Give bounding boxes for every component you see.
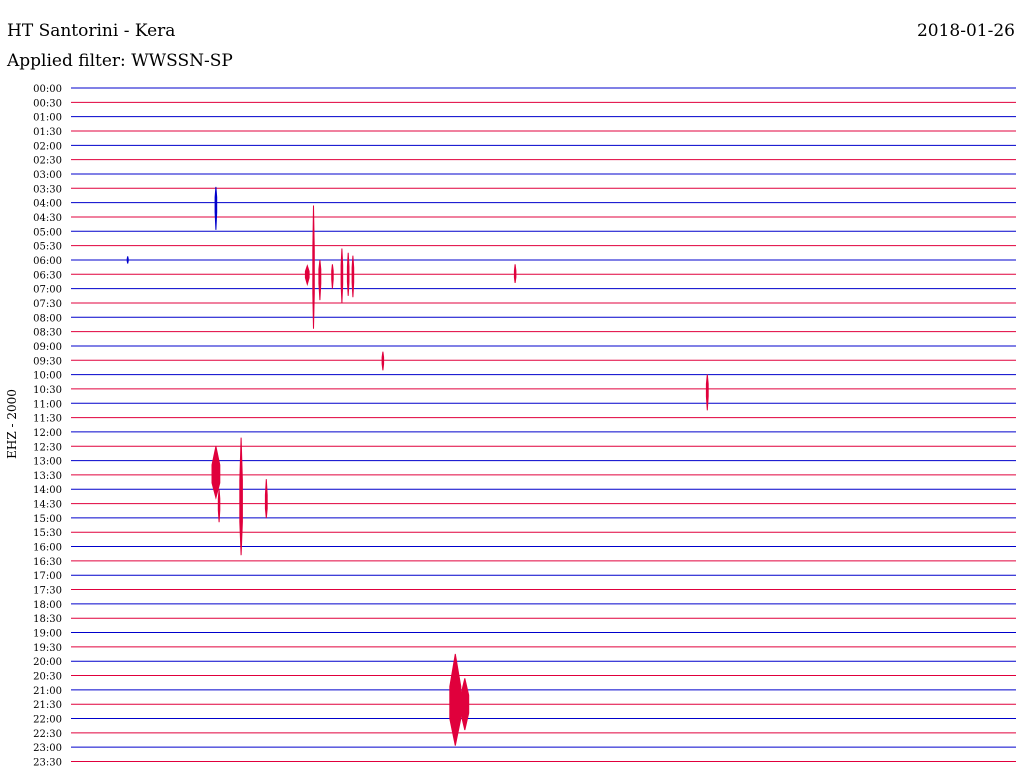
row-time-label: 16:30 [33, 557, 62, 568]
row-time-label: 21:30 [33, 700, 62, 711]
row-time-label: 04:00 [33, 199, 62, 210]
row-time-label: 14:00 [33, 485, 62, 496]
row-time-label: 07:30 [33, 299, 62, 310]
row-time-label: 05:00 [33, 227, 62, 238]
helicorder-rows: 00:00 00:30 01:00 01:30 02:00 02:30 03:00 03:30… [33, 84, 1016, 769]
row-time-label: 00:30 [33, 98, 62, 109]
seismic-event-16 [449, 653, 462, 746]
row-time-label: 12:00 [33, 428, 62, 439]
row-time-label: 00:00 [33, 84, 62, 95]
seismic-event-13 [217, 489, 221, 523]
row-time-label: 20:00 [33, 657, 62, 668]
seismogram-chart: HT Santorini - Kera 2018-01-26 Applied f… [5, 21, 1016, 769]
row-time-label: 08:30 [33, 328, 62, 339]
row-time-label: 06:00 [33, 256, 62, 267]
row-time-label: 18:30 [33, 614, 62, 625]
row-time-label: 17:00 [33, 571, 62, 582]
row-time-label: 23:30 [33, 758, 62, 769]
row-time-label: 06:30 [33, 270, 62, 281]
row-time-label: 13:00 [33, 457, 62, 468]
row-time-label: 04:30 [33, 213, 62, 224]
row-time-label: 09:00 [33, 342, 62, 353]
seismic-event-7 [346, 252, 350, 296]
row-time-label: 10:30 [33, 385, 62, 396]
row-time-label: 01:30 [33, 127, 62, 138]
row-time-label: 01:00 [33, 113, 62, 124]
seismic-event-9 [513, 264, 517, 283]
row-time-label: 11:00 [33, 399, 62, 410]
row-time-label: 03:30 [33, 184, 62, 195]
row-time-label: 22:00 [33, 715, 62, 726]
seismic-event-15 [264, 479, 268, 518]
row-time-label: 21:00 [33, 686, 62, 697]
row-time-label: 03:00 [33, 170, 62, 181]
row-time-label: 19:00 [33, 629, 62, 640]
row-time-label: 15:00 [33, 514, 62, 525]
row-time-label: 19:30 [33, 643, 62, 654]
seismic-event-6 [340, 248, 344, 303]
row-time-label: 11:30 [33, 414, 62, 425]
seismic-events [126, 186, 709, 746]
row-time-label: 05:30 [33, 242, 62, 253]
seismic-event-5 [331, 264, 334, 289]
row-time-label: 13:30 [33, 471, 62, 482]
row-time-label: 22:30 [33, 729, 62, 740]
chart-title: HT Santorini - Kera [7, 21, 175, 41]
seismic-event-11 [705, 374, 709, 411]
row-time-label: 17:30 [33, 586, 62, 597]
row-time-label: 12:30 [33, 442, 62, 453]
row-time-label: 02:30 [33, 156, 62, 167]
row-time-label: 07:00 [33, 285, 62, 296]
seismic-event-1 [126, 256, 129, 264]
row-time-label: 08:00 [33, 313, 62, 324]
seismic-event-2 [304, 264, 310, 287]
filter-label: Applied filter: WWSSN-SP [6, 51, 233, 71]
y-axis-label: EHZ - 2000 [5, 389, 19, 459]
row-time-label: 15:30 [33, 528, 62, 539]
chart-date: 2018-01-26 [917, 21, 1015, 41]
row-time-label: 20:30 [33, 672, 62, 683]
row-time-label: 02:00 [33, 141, 62, 152]
seismic-event-0 [214, 186, 218, 230]
row-time-label: 10:00 [33, 371, 62, 382]
seismic-event-17 [460, 678, 470, 731]
seismic-event-3 [312, 205, 315, 329]
row-time-label: 14:30 [33, 500, 62, 511]
row-time-label: 23:00 [33, 743, 62, 754]
row-time-label: 09:30 [33, 356, 62, 367]
seismic-event-10 [381, 351, 385, 371]
row-time-label: 16:00 [33, 543, 62, 554]
seismic-event-4 [318, 259, 322, 301]
row-time-label: 18:00 [33, 600, 62, 611]
seismic-event-14 [239, 437, 243, 556]
seismic-event-8 [351, 255, 355, 298]
